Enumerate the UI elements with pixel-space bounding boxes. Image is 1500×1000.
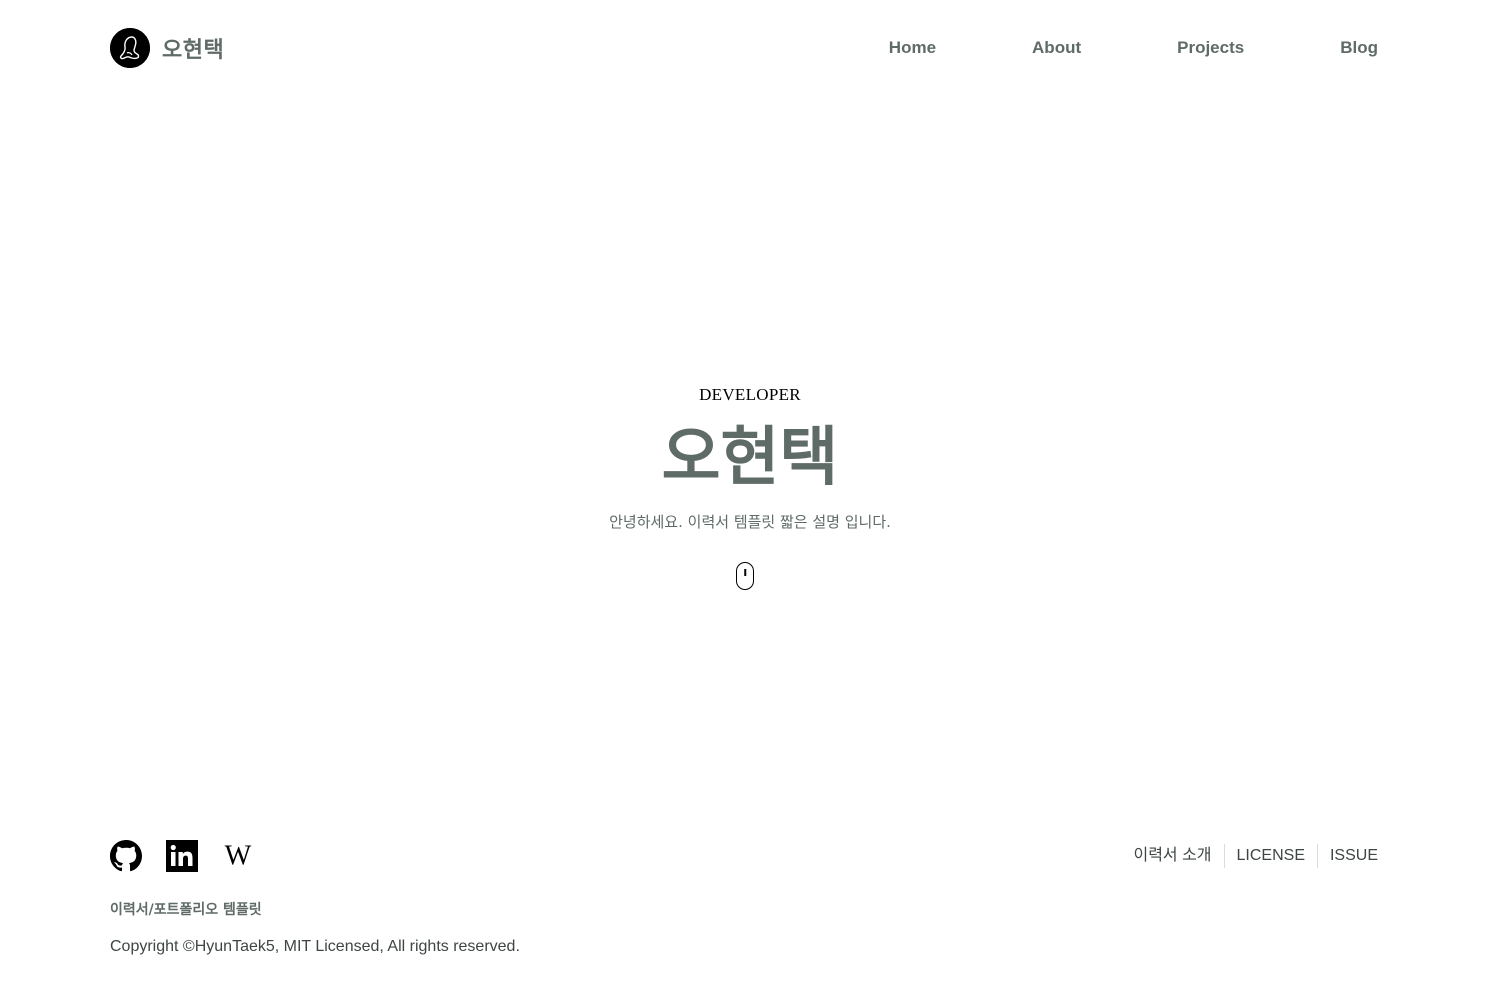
- hero-eyebrow: DEVELOPER: [699, 385, 801, 404]
- brand-name: 오현택: [162, 38, 225, 63]
- site-header: 오현택 Home About Projects Blog: [110, 28, 1378, 68]
- footer-link-resume-intro[interactable]: 이력서 소개: [1133, 844, 1223, 868]
- scroll-down-mouse-icon[interactable]: [736, 562, 754, 590]
- mouse-wheel: [744, 569, 746, 576]
- nav-blog[interactable]: Blog: [1340, 38, 1378, 58]
- nav-home[interactable]: Home: [889, 38, 936, 58]
- footer-top-row: W 이력서 소개 LICENSE ISSUE: [110, 838, 1378, 874]
- social-links: W: [110, 840, 254, 872]
- footer-link-issue[interactable]: ISSUE: [1316, 844, 1378, 868]
- brand-link[interactable]: 오현택: [110, 28, 224, 68]
- page: 오현택 Home About Projects Blog DEVELOPER 오…: [0, 0, 1500, 1000]
- hero-title: 오현택: [661, 421, 839, 495]
- linkedin-icon[interactable]: [166, 840, 198, 872]
- github-icon[interactable]: [110, 840, 142, 872]
- hero-section: DEVELOPER 오현택 안녕하세요. 이력서 템플릿 짧은 설명 입니다.: [0, 380, 1500, 590]
- avatar-logo-icon: [110, 28, 150, 68]
- site-footer: W 이력서 소개 LICENSE ISSUE 이력서/포트폴리오 템플릿 Cop…: [110, 838, 1378, 958]
- footer-links: 이력서 소개 LICENSE ISSUE: [1133, 844, 1378, 868]
- footer-subtitle: 이력서/포트폴리오 템플릿: [110, 902, 262, 918]
- footer-link-license[interactable]: LICENSE: [1223, 844, 1317, 868]
- wikipedia-glyph: W: [225, 840, 252, 871]
- hero-description: 안녕하세요. 이력서 템플릿 짧은 설명 입니다.: [609, 513, 891, 531]
- footer-copyright: Copyright ©HyunTaek5, MIT Licensed, All …: [110, 938, 520, 955]
- wikipedia-icon[interactable]: W: [222, 840, 254, 872]
- nav-about[interactable]: About: [1032, 38, 1081, 58]
- main-nav: Home About Projects Blog: [889, 38, 1378, 58]
- nav-projects[interactable]: Projects: [1177, 38, 1244, 58]
